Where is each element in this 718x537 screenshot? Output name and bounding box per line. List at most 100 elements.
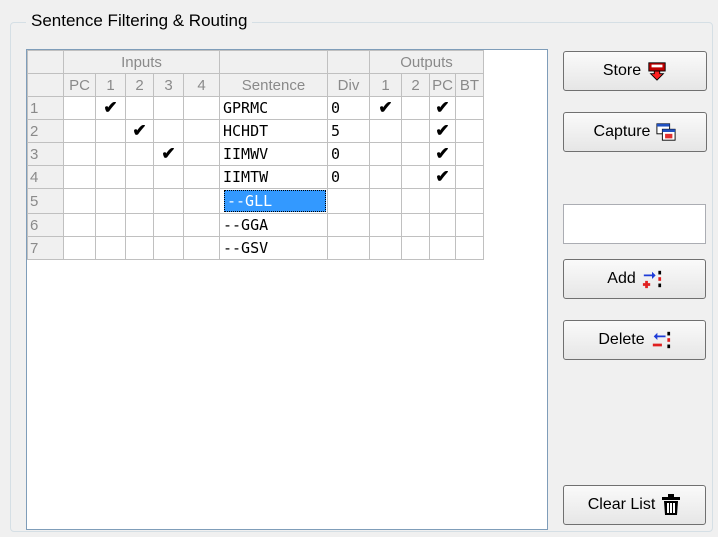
- col-header-in-1[interactable]: 1: [95, 73, 126, 97]
- in-3-cell[interactable]: [153, 213, 184, 237]
- col-header-out-bt[interactable]: BT: [455, 73, 484, 97]
- row-number[interactable]: 2: [27, 119, 64, 143]
- out-pc-cell[interactable]: [429, 188, 456, 214]
- in-3-cell[interactable]: ✔: [153, 142, 184, 166]
- add-button[interactable]: Add: [563, 259, 706, 299]
- out-bt-cell[interactable]: [455, 165, 484, 189]
- table-row[interactable]: 7 --GSV: [27, 236, 484, 260]
- in-pc-cell[interactable]: [63, 96, 96, 120]
- table-row[interactable]: 2 ✔ HCHDT 5 ✔: [27, 119, 484, 143]
- sentence-cell[interactable]: --GGA: [219, 213, 328, 237]
- row-number[interactable]: 7: [27, 236, 64, 260]
- in-pc-cell[interactable]: [63, 188, 96, 214]
- in-1-cell[interactable]: [95, 142, 126, 166]
- in-2-cell[interactable]: ✔: [125, 119, 154, 143]
- row-number[interactable]: 4: [27, 165, 64, 189]
- out-bt-cell[interactable]: [455, 213, 484, 237]
- out-2-cell[interactable]: [401, 188, 430, 214]
- in-1-cell[interactable]: [95, 119, 126, 143]
- in-4-cell[interactable]: [183, 188, 220, 214]
- in-pc-cell[interactable]: [63, 213, 96, 237]
- sentence-cell[interactable]: IIMWV: [219, 142, 328, 166]
- col-header-in-pc[interactable]: PC: [63, 73, 96, 97]
- div-cell[interactable]: [327, 236, 370, 260]
- out-1-cell[interactable]: [369, 236, 402, 260]
- col-header-out-2[interactable]: 2: [401, 73, 430, 97]
- div-cell[interactable]: [327, 213, 370, 237]
- sentence-cell[interactable]: IIMTW: [219, 165, 328, 189]
- col-header-in-3[interactable]: 3: [153, 73, 184, 97]
- out-bt-cell[interactable]: [455, 96, 484, 120]
- row-number[interactable]: 1: [27, 96, 64, 120]
- out-2-cell[interactable]: [401, 119, 430, 143]
- sentence-cell[interactable]: --GSV: [219, 236, 328, 260]
- in-3-cell[interactable]: [153, 236, 184, 260]
- div-cell[interactable]: 0: [327, 165, 370, 189]
- col-header-div[interactable]: Div: [327, 73, 370, 97]
- out-1-cell[interactable]: ✔: [369, 96, 402, 120]
- row-number[interactable]: 3: [27, 142, 64, 166]
- in-2-cell[interactable]: [125, 236, 154, 260]
- in-1-cell[interactable]: [95, 188, 126, 214]
- selected-sentence-text[interactable]: --GLL: [224, 190, 326, 212]
- in-2-cell[interactable]: [125, 165, 154, 189]
- sentence-cell[interactable]: --GLL: [219, 188, 328, 214]
- in-4-cell[interactable]: [183, 96, 220, 120]
- out-bt-cell[interactable]: [455, 236, 484, 260]
- out-2-cell[interactable]: [401, 142, 430, 166]
- in-4-cell[interactable]: [183, 213, 220, 237]
- in-3-cell[interactable]: [153, 96, 184, 120]
- div-cell[interactable]: 0: [327, 142, 370, 166]
- delete-button[interactable]: Delete: [563, 320, 706, 360]
- col-header-out-1[interactable]: 1: [369, 73, 402, 97]
- out-1-cell[interactable]: [369, 165, 402, 189]
- table-row[interactable]: 4 IIMTW 0 ✔: [27, 165, 484, 189]
- row-number[interactable]: 5: [27, 188, 64, 214]
- table-row[interactable]: 6 --GGA: [27, 213, 484, 237]
- out-pc-cell[interactable]: ✔: [429, 165, 456, 189]
- out-bt-cell[interactable]: [455, 188, 484, 214]
- out-1-cell[interactable]: [369, 142, 402, 166]
- out-2-cell[interactable]: [401, 236, 430, 260]
- capture-button[interactable]: Capture: [563, 112, 707, 152]
- in-pc-cell[interactable]: [63, 119, 96, 143]
- out-pc-cell[interactable]: [429, 236, 456, 260]
- out-pc-cell[interactable]: ✔: [429, 119, 456, 143]
- in-pc-cell[interactable]: [63, 236, 96, 260]
- in-4-cell[interactable]: [183, 142, 220, 166]
- col-header-sentence[interactable]: Sentence: [219, 73, 328, 97]
- out-1-cell[interactable]: [369, 119, 402, 143]
- out-1-cell[interactable]: [369, 188, 402, 214]
- in-4-cell[interactable]: [183, 236, 220, 260]
- sentence-cell[interactable]: GPRMC: [219, 96, 328, 120]
- table-row[interactable]: 3 ✔ IIMWV 0 ✔: [27, 142, 484, 166]
- sentence-grid[interactable]: Inputs Outputs PC 1 2 3 4 Sentence Div 1…: [26, 49, 548, 530]
- div-cell[interactable]: 0: [327, 96, 370, 120]
- div-cell[interactable]: 5: [327, 119, 370, 143]
- store-button[interactable]: Store: [563, 51, 707, 91]
- in-2-cell[interactable]: [125, 142, 154, 166]
- in-3-cell[interactable]: [153, 165, 184, 189]
- out-pc-cell[interactable]: [429, 213, 456, 237]
- table-row[interactable]: 1 ✔ GPRMC 0 ✔ ✔: [27, 96, 484, 120]
- out-pc-cell[interactable]: ✔: [429, 142, 456, 166]
- in-2-cell[interactable]: [125, 96, 154, 120]
- out-pc-cell[interactable]: ✔: [429, 96, 456, 120]
- in-pc-cell[interactable]: [63, 165, 96, 189]
- col-header-in-4[interactable]: 4: [183, 73, 220, 97]
- in-1-cell[interactable]: [95, 236, 126, 260]
- in-1-cell[interactable]: [95, 165, 126, 189]
- row-number[interactable]: 6: [27, 213, 64, 237]
- in-pc-cell[interactable]: [63, 142, 96, 166]
- out-2-cell[interactable]: [401, 165, 430, 189]
- clear-list-button[interactable]: Clear List: [563, 485, 706, 525]
- in-2-cell[interactable]: [125, 213, 154, 237]
- out-2-cell[interactable]: [401, 213, 430, 237]
- sentence-cell[interactable]: HCHDT: [219, 119, 328, 143]
- col-header-out-pc[interactable]: PC: [429, 73, 456, 97]
- out-bt-cell[interactable]: [455, 142, 484, 166]
- table-row[interactable]: 5 --GLL: [27, 188, 484, 214]
- col-header-in-2[interactable]: 2: [125, 73, 154, 97]
- in-1-cell[interactable]: [95, 213, 126, 237]
- in-4-cell[interactable]: [183, 119, 220, 143]
